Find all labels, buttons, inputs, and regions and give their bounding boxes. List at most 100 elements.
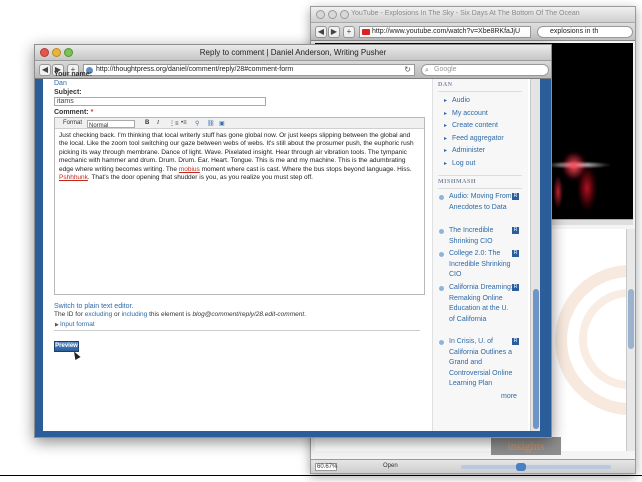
sidebar-item-feed-aggregator[interactable]: Feed aggregator [452, 135, 504, 142]
youtube-scroll-thumb[interactable] [628, 289, 634, 349]
page-scrollbar[interactable] [530, 79, 540, 431]
rss-feed-icon[interactable]: R [512, 250, 519, 257]
element-id-path: blog@comment/reply/28.edit-comment [192, 311, 305, 318]
sidebar-item-audio[interactable]: Audio [452, 97, 470, 104]
reply-browser-window: Reply to comment | Daniel Anderson, Writ… [34, 44, 552, 438]
sidebar-divider [438, 188, 522, 189]
page-content: Your name: Dan Subject: itams Comment: *… [43, 71, 540, 431]
rss-feed-icon[interactable]: R [512, 227, 519, 234]
url-text: http://thoughtpress.org/daniel/comment/r… [96, 66, 294, 73]
sidebar-item-log-out[interactable]: Log out [452, 160, 475, 167]
numbered-list-icon[interactable]: ⋮≡ [169, 120, 179, 127]
mishmash-bullet-icon [439, 286, 444, 291]
insert-link-icon[interactable]: ⚲ [195, 120, 199, 127]
unlink-icon[interactable]: ⛓ [207, 120, 215, 127]
desktop-edge-line [0, 475, 642, 476]
youtube-forward-button[interactable]: ▶ [328, 26, 340, 38]
youtube-add-bookmark-button[interactable]: + [343, 26, 355, 38]
reply-title-bar[interactable]: Reply to comment | Daniel Anderson, Writ… [35, 45, 551, 61]
format-select[interactable]: Normal [87, 120, 135, 129]
page-viewport: Your name: Dan Subject: itams Comment: *… [35, 71, 551, 437]
including-link[interactable]: including [122, 311, 148, 318]
comment-editor[interactable]: Format Normal B I ⋮≡ •≡ ⚲ ⛓ ▣ Just check… [54, 117, 425, 295]
mouse-cursor-icon [71, 350, 81, 360]
mishmash-item-link[interactable]: California Dreaming: Remaking Online Edu… [449, 283, 515, 325]
video-frame-red-shape [577, 165, 597, 211]
reload-icon[interactable]: ↻ [404, 65, 411, 75]
bold-button[interactable]: B [145, 120, 149, 126]
misspelled-word: mobius [178, 165, 200, 173]
more-link[interactable]: more [501, 393, 517, 400]
comment-text-part: . That's the door opening that shudder i… [87, 174, 313, 182]
help-end: . [304, 311, 306, 318]
rss-feed-icon[interactable]: R [512, 338, 519, 345]
youtube-favicon-icon [362, 29, 370, 35]
comment-label-text: Comment: [54, 109, 89, 116]
menu-bullet-icon: ▸ [444, 148, 448, 154]
zoom-level-field[interactable]: 60.67% [315, 463, 337, 471]
status-open-label: Open [383, 463, 398, 469]
mishmash-item-link[interactable]: In Crisis, U. of California Outlines a G… [449, 337, 515, 390]
youtube-toolbar: ◀ ▶ + http://www.youtube.com/watch?v=Xbe… [311, 23, 635, 41]
youtube-back-button[interactable]: ◀ [315, 26, 327, 38]
window-controls [316, 10, 349, 19]
video-frame-red-streak [553, 175, 563, 209]
insights-logo: insights [491, 437, 561, 455]
youtube-search-text: explosions in th [550, 28, 599, 35]
mishmash-item-link[interactable]: College 2.0: The Incredible Shrinking CI… [449, 249, 515, 281]
expand-triangle-icon: ▶ [55, 322, 59, 328]
minimize-window-button[interactable] [328, 10, 337, 19]
mishmash-bullet-icon [439, 340, 444, 345]
page-scroll-thumb[interactable] [533, 289, 539, 429]
youtube-address-bar[interactable]: http://www.youtube.com/watch?v=Xbe8RKfaJ… [359, 26, 531, 38]
menu-bullet-icon: ▸ [444, 98, 448, 104]
excluding-link[interactable]: excluding [85, 311, 112, 318]
menu-bullet-icon: ▸ [444, 160, 448, 167]
youtube-status-bar: 60.67% Open [311, 459, 635, 473]
bulleted-list-icon[interactable]: •≡ [181, 120, 187, 126]
mishmash-bullet-icon [439, 195, 444, 200]
back-button[interactable]: ◀ [39, 64, 51, 76]
mishmash-heading: MISHMASH [438, 179, 477, 185]
insert-image-icon[interactable]: ▣ [219, 120, 225, 127]
reply-window-title: Reply to comment | Daniel Anderson, Writ… [199, 48, 387, 57]
help-or: or [112, 311, 122, 318]
mishmash-bullet-icon [439, 229, 444, 234]
youtube-title-bar[interactable]: YouTube - Explosions In The Sky - Six Da… [311, 7, 635, 23]
help-prefix: The ID for [54, 311, 85, 318]
close-window-button[interactable] [316, 10, 325, 19]
comment-text-area[interactable]: Just checking back. I'm thinking that lo… [55, 129, 424, 185]
format-label: Format [63, 120, 83, 126]
status-slider-knob[interactable] [516, 463, 526, 471]
misspelled-word: Pshhhunk [59, 174, 88, 182]
menu-bullet-icon: ▸ [444, 135, 448, 142]
mishmash-item-link[interactable]: The Incredible Shrinking CIO [449, 226, 515, 247]
rss-feed-icon[interactable]: R [512, 193, 519, 200]
sidebar-divider [438, 175, 522, 176]
format-select-value: Normal [89, 123, 109, 129]
search-icon: ⌕ [425, 67, 429, 74]
address-bar[interactable]: http://thoughtpress.org/daniel/comment/r… [83, 64, 415, 76]
subject-label: Subject: [54, 89, 82, 96]
required-marker: * [90, 109, 94, 116]
rss-feed-icon[interactable]: R [512, 284, 519, 291]
mishmash-bullet-icon [439, 252, 444, 257]
subject-input[interactable]: itams [54, 97, 266, 106]
search-field[interactable]: ⌕ Google [421, 64, 549, 76]
subject-value: itams [57, 98, 74, 105]
mishmash-item-link[interactable]: Audio: Moving From Anecdotes to Data [449, 192, 515, 213]
sidebar-item-my-account[interactable]: My account [452, 110, 488, 117]
switch-to-plain-text-link[interactable]: Switch to plain text editor. [54, 303, 133, 310]
element-id-help: The ID for excluding or including this e… [54, 311, 306, 318]
youtube-scrollbar[interactable] [626, 229, 635, 451]
name-label: Your name: [54, 71, 92, 78]
zoom-window-button[interactable] [340, 10, 349, 19]
reply-toolbar: ◀ ▶ + http://thoughtpress.org/daniel/com… [35, 61, 551, 79]
youtube-search-field[interactable]: explosions in th [537, 26, 633, 38]
status-slider-track[interactable] [461, 465, 611, 469]
input-format-toggle[interactable]: ▶ Input format [54, 321, 420, 331]
sidebar-item-administer[interactable]: Administer [452, 147, 485, 154]
italic-button[interactable]: I [157, 120, 159, 126]
sidebar-item-create-content[interactable]: Create content [452, 122, 498, 129]
name-value-link[interactable]: Dan [54, 80, 67, 87]
